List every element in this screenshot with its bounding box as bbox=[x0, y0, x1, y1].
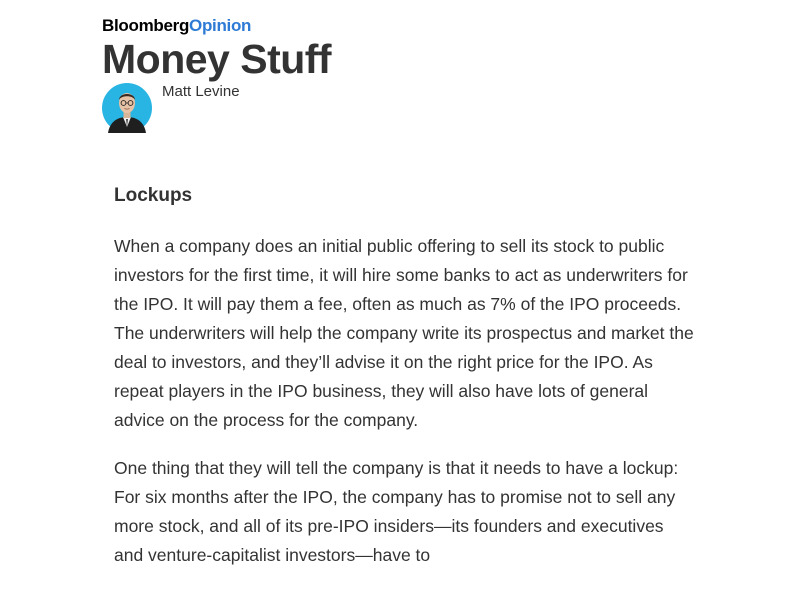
brand-main-text: Bloomberg bbox=[102, 16, 190, 35]
newsletter-title: Money Stuff bbox=[102, 36, 332, 82]
bloomberg-opinion-logo[interactable]: BloombergOpinion bbox=[102, 16, 331, 36]
author-name[interactable]: Matt Levine bbox=[162, 83, 240, 101]
article-body: Lockups When a company does an initial p… bbox=[114, 182, 694, 589]
byline: Matt Levine bbox=[102, 83, 331, 133]
author-avatar[interactable] bbox=[102, 83, 152, 133]
section-heading: Lockups bbox=[114, 185, 193, 206]
newsletter-page: BloombergOpinion Money Stuff Matt Levine… bbox=[0, 0, 800, 600]
brand-sub-text: Opinion bbox=[189, 16, 252, 35]
masthead: BloombergOpinion Money Stuff Matt Levine bbox=[102, 16, 332, 133]
article-paragraph: One thing that they will tell the compan… bbox=[114, 458, 679, 565]
article-paragraph: When a company does an initial public of… bbox=[114, 236, 694, 430]
